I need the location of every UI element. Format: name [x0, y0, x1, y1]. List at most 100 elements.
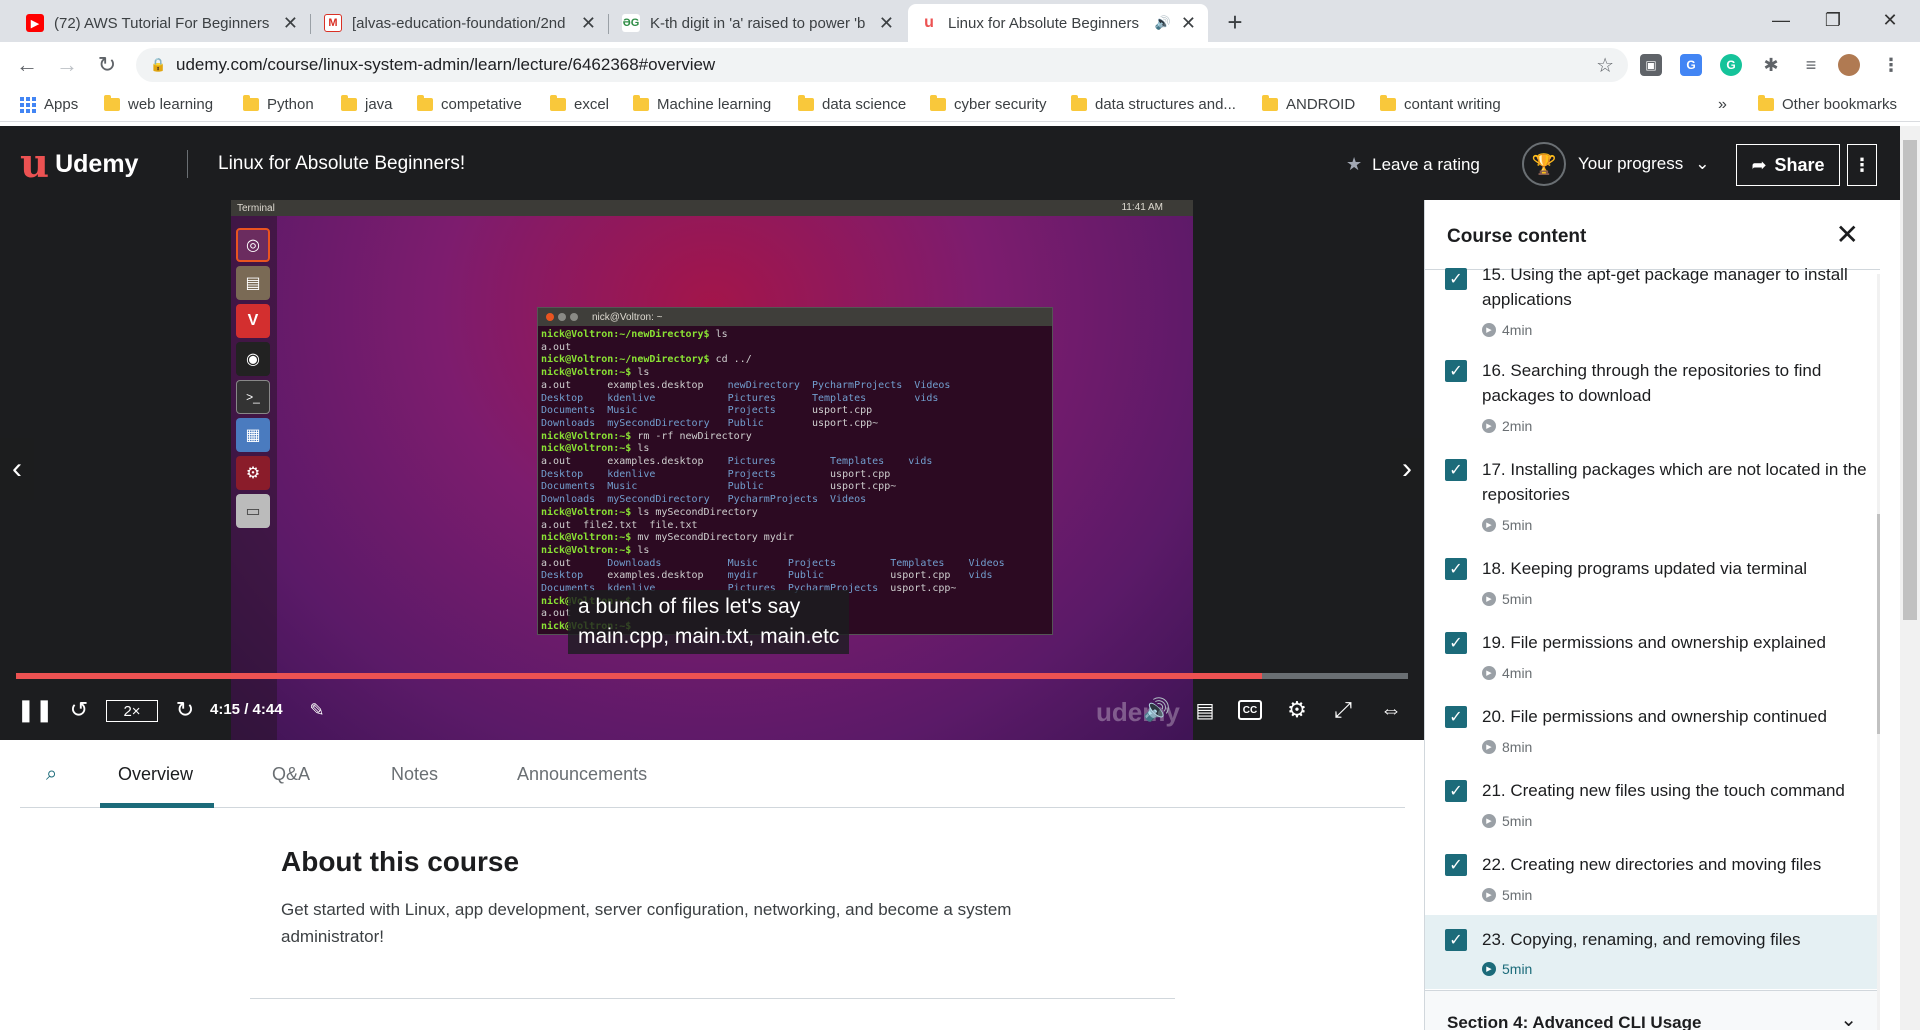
- bookmark-folder[interactable]: contant writing: [1380, 95, 1501, 113]
- scrollbar-thumb[interactable]: [1877, 514, 1880, 734]
- browser-tab-udemy[interactable]: u Linux for Absolute Beginners 🔊 ✕: [908, 4, 1208, 42]
- bookmark-folder[interactable]: Python: [243, 95, 314, 113]
- transcript-icon[interactable]: ▤: [1192, 697, 1218, 723]
- completed-checkbox[interactable]: ✓: [1445, 854, 1467, 876]
- fullscreen-icon[interactable]: ⤢: [1330, 697, 1356, 723]
- completed-checkbox[interactable]: ✓: [1445, 268, 1467, 290]
- lecture-item-current[interactable]: ✓ 23. Copying, renaming, and removing fi…: [1425, 915, 1877, 989]
- lecture-item[interactable]: ✓ 19. File permissions and ownership exp…: [1425, 632, 1877, 696]
- bookmark-folder[interactable]: web learning: [104, 95, 213, 113]
- lecture-item[interactable]: ✓ 22. Creating new directories and movin…: [1425, 854, 1877, 918]
- bookmark-folder[interactable]: java: [341, 95, 393, 113]
- profile-avatar[interactable]: [1838, 54, 1860, 76]
- rewind-icon[interactable]: ↺: [66, 697, 92, 723]
- lecture-duration: ▶ 5min: [1482, 591, 1532, 607]
- address-bar[interactable]: 🔒 udemy.com/course/linux-system-admin/le…: [136, 48, 1628, 82]
- sidebar-scrollbar[interactable]: [1877, 274, 1880, 1030]
- section-divider: [250, 998, 1175, 999]
- grammarly-extension-icon[interactable]: G: [1720, 54, 1742, 76]
- tab-notes[interactable]: Notes: [391, 764, 438, 785]
- bookmark-folder[interactable]: data science: [798, 95, 906, 113]
- close-window-button[interactable]: ✕: [1865, 0, 1915, 40]
- lecture-item[interactable]: ✓ 21. Creating new files using the touch…: [1425, 780, 1877, 844]
- close-tab-icon[interactable]: ✕: [283, 13, 298, 34]
- reload-icon[interactable]: ↻: [92, 50, 122, 80]
- bookmark-star-icon[interactable]: ☆: [1596, 53, 1614, 78]
- media-control-icon[interactable]: ≡: [1800, 54, 1822, 76]
- completed-checkbox[interactable]: ✓: [1445, 459, 1467, 481]
- video-progress-bar[interactable]: [16, 673, 1408, 679]
- lecture-item[interactable]: ✓ 15. Using the apt-get package manager …: [1425, 265, 1877, 348]
- forward-arrow-icon[interactable]: →: [52, 50, 82, 80]
- browser-tab-gfg[interactable]: ƏG K-th digit in 'a' raised to power 'b …: [610, 4, 906, 42]
- minimize-window-button[interactable]: —: [1756, 0, 1806, 40]
- expand-width-icon[interactable]: ⇔: [1374, 697, 1408, 723]
- course-title-link[interactable]: Linux for Absolute Beginners!: [218, 153, 465, 175]
- video-player[interactable]: Terminal 11:41 AM ◎ ▤ V ◉ >_ ▦ ⚙ ▭ nick@…: [0, 200, 1424, 740]
- section-header[interactable]: Section 4: Advanced CLI Usage ⌄: [1425, 990, 1877, 1030]
- extensions-puzzle-icon[interactable]: ✱: [1760, 54, 1782, 76]
- next-lecture-button[interactable]: ›: [1390, 438, 1424, 500]
- bookmark-folder[interactable]: Machine learning: [633, 95, 771, 113]
- tab-announcements[interactable]: Announcements: [517, 764, 647, 785]
- bookmark-apps[interactable]: Apps: [20, 96, 78, 113]
- webcam-icon: ◉: [236, 342, 270, 376]
- other-bookmarks[interactable]: Other bookmarks: [1758, 95, 1897, 113]
- completed-checkbox[interactable]: ✓: [1445, 360, 1467, 382]
- gmail-icon: M: [324, 14, 342, 32]
- volume-icon[interactable]: 🔊: [1143, 697, 1170, 723]
- share-button[interactable]: ➦ Share: [1736, 144, 1840, 186]
- previous-lecture-button[interactable]: ‹: [0, 438, 34, 500]
- browser-menu-icon[interactable]: ⋮: [1880, 54, 1902, 76]
- bookmark-folder[interactable]: ANDROID: [1262, 95, 1355, 113]
- lecture-item[interactable]: ✓ 16. Searching through the repositories…: [1425, 360, 1877, 450]
- completed-checkbox[interactable]: ✓: [1445, 558, 1467, 580]
- your-progress-button[interactable]: 🏆 Your progress ⌄: [1522, 142, 1709, 186]
- bookmark-folder[interactable]: excel: [550, 95, 609, 113]
- new-tab-button[interactable]: +: [1220, 7, 1250, 37]
- browser-tab-gmail[interactable]: M [alvas-education-foundation/2nd ✕: [312, 4, 608, 42]
- audio-playing-icon[interactable]: 🔊: [1155, 15, 1171, 31]
- close-tab-icon[interactable]: ✕: [1181, 13, 1196, 34]
- completed-checkbox[interactable]: ✓: [1445, 706, 1467, 728]
- back-arrow-icon[interactable]: ←: [12, 50, 42, 80]
- captions-icon[interactable]: CC: [1238, 700, 1262, 720]
- pause-icon[interactable]: ❚❚: [17, 697, 54, 723]
- lecture-item[interactable]: ✓ 18. Keeping programs updated via termi…: [1425, 558, 1877, 622]
- more-options-button[interactable]: ⋮: [1847, 144, 1877, 186]
- leave-rating-button[interactable]: ★ Leave a rating: [1346, 154, 1480, 175]
- star-icon: ★: [1346, 154, 1363, 174]
- page-scrollbar[interactable]: [1900, 126, 1920, 1030]
- bookmark-folder[interactable]: data structures and...: [1071, 95, 1236, 113]
- bookmark-folder[interactable]: competative: [417, 95, 522, 113]
- tab-title: (72) AWS Tutorial For Beginners |: [54, 14, 273, 32]
- browser-tab-youtube[interactable]: ▶ (72) AWS Tutorial For Beginners | ✕: [14, 4, 310, 42]
- add-note-icon[interactable]: ✎: [304, 697, 330, 723]
- completed-checkbox[interactable]: ✓: [1445, 780, 1467, 802]
- playback-speed-button[interactable]: 2×: [106, 700, 158, 722]
- udemy-icon: u: [920, 14, 938, 32]
- progress-label: Your progress: [1578, 154, 1684, 173]
- lecture-item[interactable]: ✓ 20. File permissions and ownership con…: [1425, 706, 1877, 770]
- lecture-item[interactable]: ✓ 17. Installing packages which are not …: [1425, 459, 1877, 549]
- play-circle-icon: ▶: [1482, 518, 1496, 532]
- bookmarks-overflow-button[interactable]: »: [1718, 96, 1727, 114]
- translate-extension-icon[interactable]: G: [1680, 54, 1702, 76]
- completed-checkbox[interactable]: ✓: [1445, 929, 1467, 951]
- close-tab-icon[interactable]: ✕: [581, 13, 596, 34]
- lecture-duration: ▶ 4min: [1482, 665, 1532, 681]
- udemy-logo[interactable]: u Udemy: [20, 144, 138, 184]
- tab-overview[interactable]: Overview: [118, 764, 193, 785]
- cast-extension-icon[interactable]: ▣: [1640, 54, 1662, 76]
- close-sidebar-icon[interactable]: ✕: [1836, 218, 1859, 251]
- bookmark-folder[interactable]: cyber security: [930, 95, 1047, 113]
- tab-qa[interactable]: Q&A: [272, 764, 310, 785]
- folder-icon: [550, 95, 566, 111]
- scrollbar-thumb[interactable]: [1903, 140, 1917, 620]
- completed-checkbox[interactable]: ✓: [1445, 632, 1467, 654]
- forward-icon[interactable]: ↻: [172, 697, 198, 723]
- search-icon[interactable]: ⌕: [46, 763, 57, 786]
- restore-window-button[interactable]: ❐: [1808, 0, 1858, 40]
- settings-gear-icon[interactable]: ⚙: [1284, 697, 1310, 723]
- close-tab-icon[interactable]: ✕: [879, 13, 894, 34]
